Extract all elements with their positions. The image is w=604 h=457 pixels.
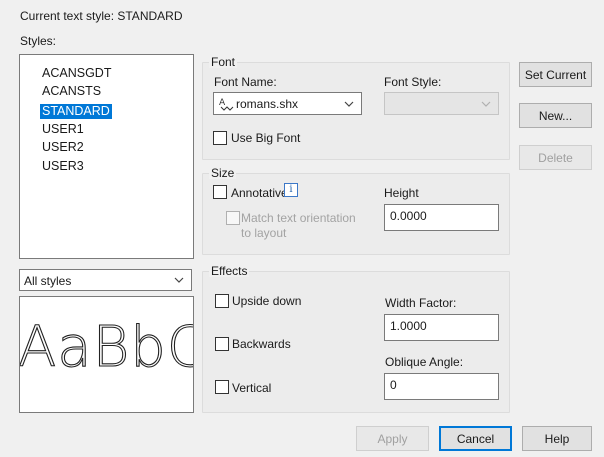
font-style-label: Font Style: (384, 75, 442, 89)
shx-font-icon: A (219, 98, 234, 111)
oblique-angle-input[interactable]: 0 (384, 373, 499, 400)
styles-listbox[interactable]: ACANSGDT ACANSTS STANDARD USER1 USER2 US… (19, 54, 194, 259)
upside-down-label: Upside down (232, 294, 302, 308)
font-name-label: Font Name: (214, 75, 277, 89)
chevron-down-icon (174, 277, 184, 283)
annotative-checkbox[interactable] (213, 185, 227, 199)
oblique-angle-label: Oblique Angle: (385, 355, 464, 369)
use-big-font-label: Use Big Font (231, 131, 301, 145)
delete-style-button[interactable]: Delete (519, 145, 592, 170)
help-button[interactable]: Help (522, 426, 592, 451)
style-preview: AaBbCcD (19, 296, 194, 413)
use-big-font-checkbox[interactable] (213, 131, 227, 145)
width-factor-input[interactable]: 1.0000 (384, 314, 499, 341)
width-factor-label: Width Factor: (385, 296, 457, 310)
match-orientation-label-line1: Match text orientation (241, 211, 356, 225)
style-item-user1[interactable]: USER1 (40, 122, 86, 137)
new-style-button[interactable]: New... (519, 103, 592, 128)
styles-filter-value: All styles (24, 274, 72, 288)
style-item-acansts[interactable]: ACANSTS (40, 84, 103, 99)
match-orientation-label-line2: to layout (241, 226, 287, 240)
upside-down-checkbox[interactable] (215, 294, 229, 308)
style-item-acansgdt[interactable]: ACANSGDT (40, 66, 113, 81)
chevron-down-icon (481, 101, 491, 107)
style-item-standard[interactable]: STANDARD (40, 104, 112, 119)
apply-button[interactable]: Apply (356, 426, 429, 451)
backwards-checkbox[interactable] (215, 337, 229, 351)
font-group-label: Font (209, 55, 238, 69)
svg-text:A: A (219, 98, 226, 108)
effects-group-label: Effects (209, 264, 250, 278)
font-name-value: romans.shx (236, 97, 299, 111)
font-name-dropdown[interactable]: A romans.shx (213, 92, 362, 115)
styles-label: Styles: (20, 34, 57, 48)
annotative-label: Annotative (231, 186, 288, 200)
preview-sample-text: AaBbCcD (19, 314, 193, 380)
height-label: Height (384, 186, 419, 200)
match-orientation-checkbox[interactable] (226, 211, 240, 225)
size-group-label: Size (209, 166, 237, 180)
current-text-style-label: Current text style: STANDARD (20, 9, 183, 23)
backwards-label: Backwards (232, 337, 291, 351)
styles-filter-dropdown[interactable]: All styles (19, 269, 192, 291)
set-current-button[interactable]: Set Current (519, 62, 592, 87)
style-item-user3[interactable]: USER3 (40, 159, 86, 174)
vertical-checkbox[interactable] (215, 380, 229, 394)
chevron-down-icon (344, 101, 354, 107)
cancel-button[interactable]: Cancel (439, 426, 512, 451)
font-style-dropdown[interactable] (384, 92, 499, 115)
height-input[interactable]: 0.0000 (384, 204, 499, 231)
style-item-user2[interactable]: USER2 (40, 140, 86, 155)
info-icon[interactable]: i (284, 183, 298, 197)
vertical-label: Vertical (232, 381, 272, 395)
